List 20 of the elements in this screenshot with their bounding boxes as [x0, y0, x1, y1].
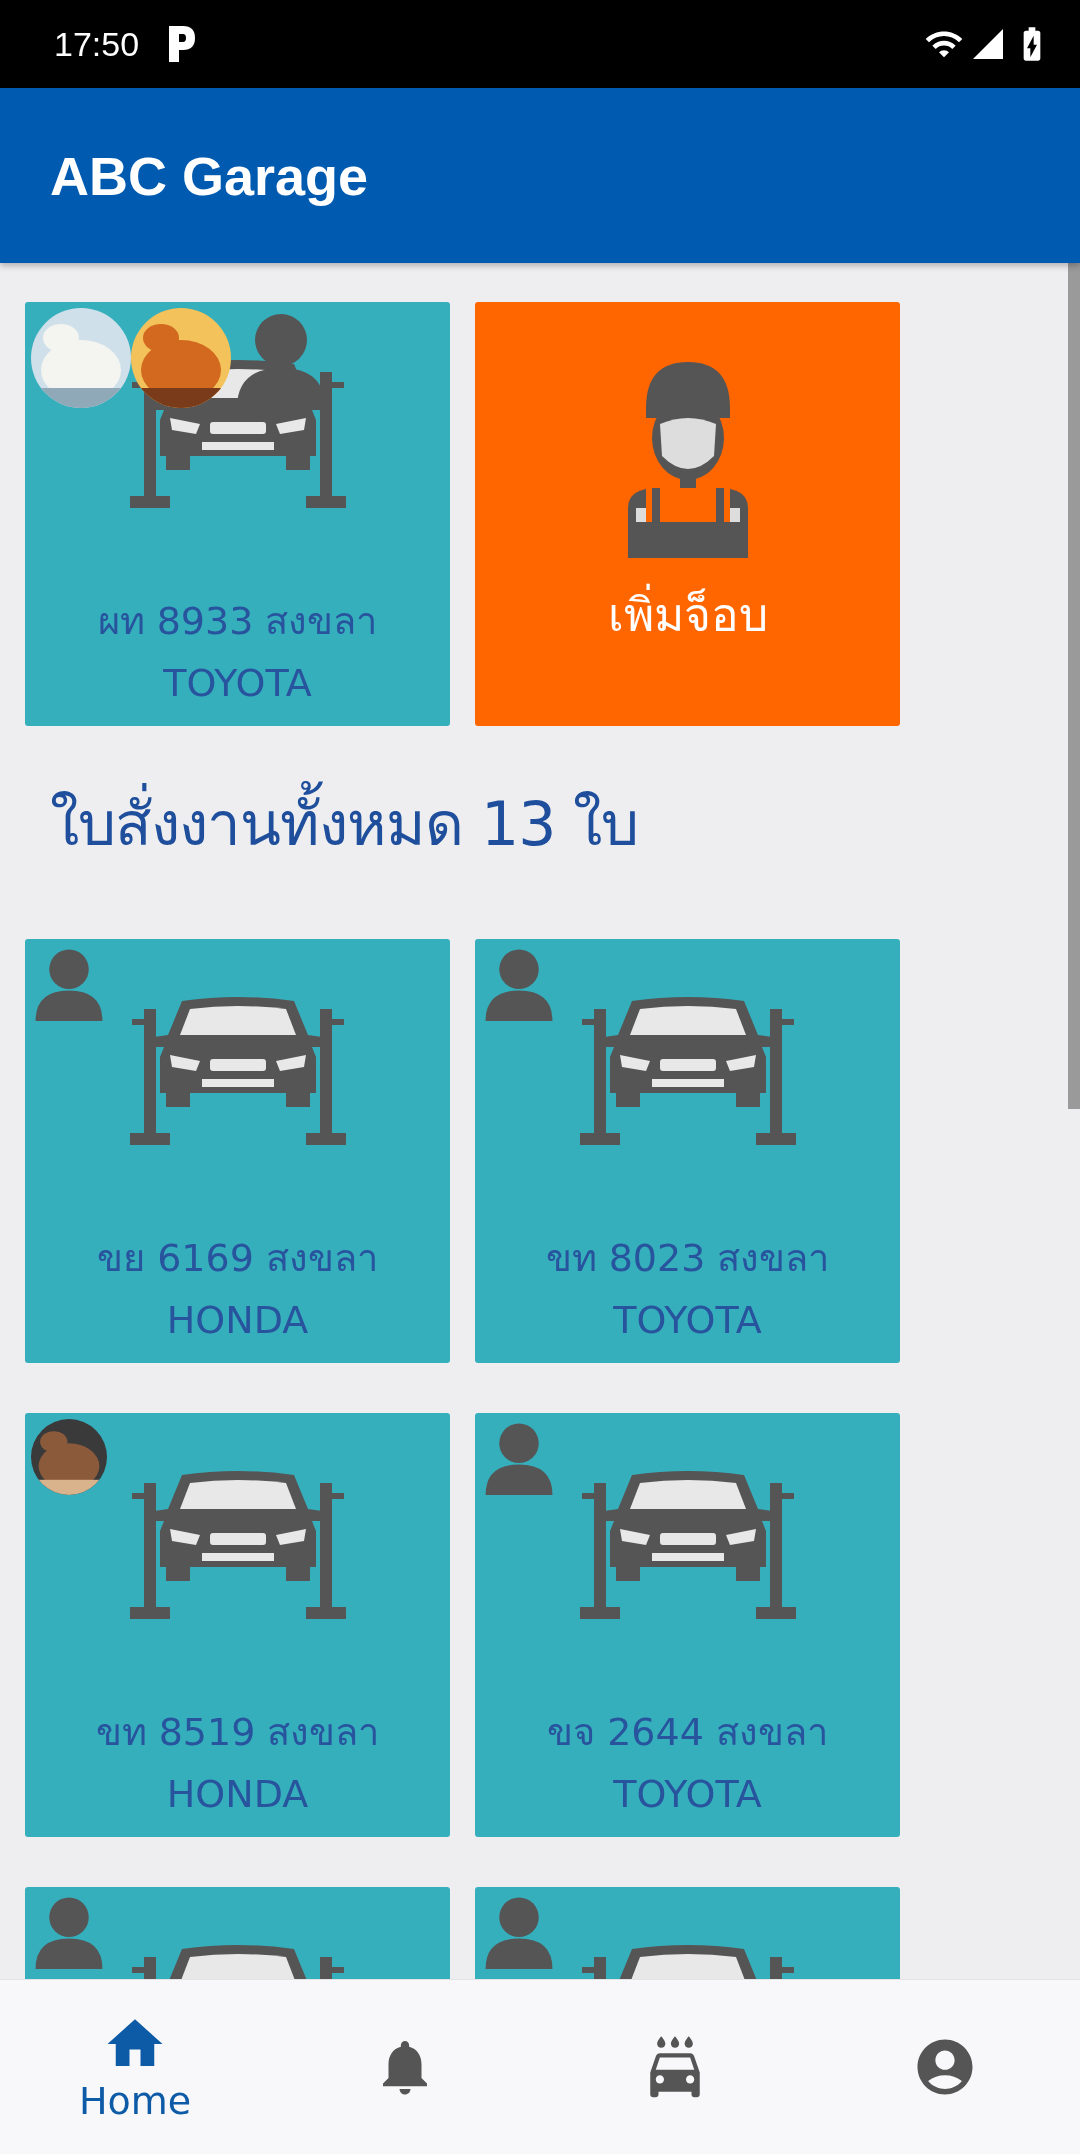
orders-heading: ใบสั่งงานทั้งหมด 13 ใบ — [50, 776, 1080, 871]
job-card[interactable]: ผท 8933 สงขลา TOYOTA — [25, 302, 450, 726]
app-title: ABC Garage — [50, 144, 369, 207]
add-job-button[interactable]: เพิ่มจ็อบ — [475, 302, 900, 726]
license-plate: ขท 8519 สงขลา — [95, 1709, 380, 1756]
car-brand: HONDA — [166, 1297, 309, 1344]
car-brand: TOYOTA — [613, 1297, 762, 1344]
car-brand: TOYOTA — [613, 1771, 762, 1818]
status-time: 17:50 — [54, 24, 140, 64]
license-plate: ขจ 2644 สงขลา — [547, 1709, 828, 1756]
job-card[interactable]: ขท 8023 สงขลา TOYOTA — [475, 939, 900, 1363]
job-card[interactable]: ขท 8519 สงขลา HONDA — [25, 1413, 450, 1837]
license-plate: ขย 6169 สงขลา — [97, 1235, 378, 1282]
job-card[interactable]: ขย 6169 สงขลา HONDA — [25, 939, 450, 1363]
license-plate: ผท 8933 สงขลา — [97, 598, 378, 645]
nav-tab[interactable]: Home — [0, 1980, 270, 2154]
car-brand: HONDA — [166, 1771, 309, 1818]
license-plate: ขท 8023 สงขลา — [545, 1235, 830, 1282]
job-card[interactable]: ขจ 2644 สงขลา TOYOTA — [475, 1413, 900, 1837]
car-brand: TOYOTA — [163, 660, 312, 707]
